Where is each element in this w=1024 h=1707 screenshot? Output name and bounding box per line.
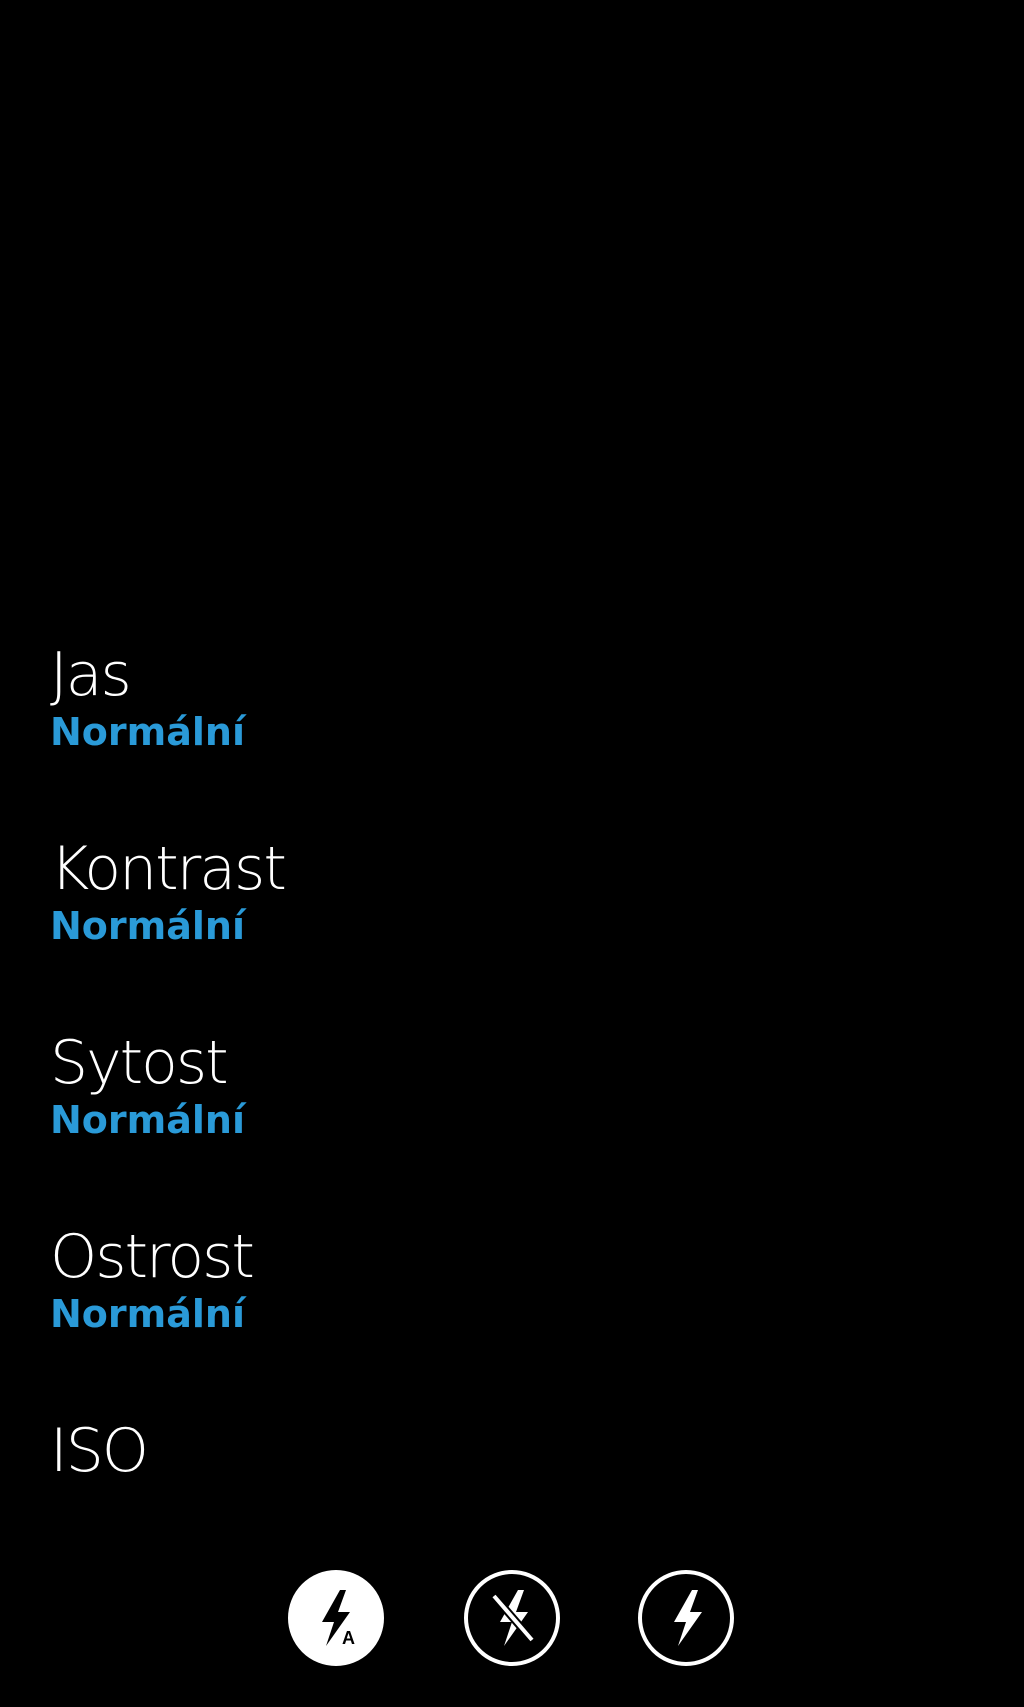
setting-contrast-label: Kontrast: [50, 834, 287, 904]
flash-off-button[interactable]: [464, 1570, 560, 1666]
setting-saturation-label: Sytost: [50, 1028, 229, 1098]
setting-brightness-label: Jas: [50, 640, 132, 710]
flash-auto-button[interactable]: A: [288, 1570, 384, 1666]
flash-on-button[interactable]: [638, 1570, 734, 1666]
setting-saturation-value: Normální: [50, 1098, 245, 1142]
setting-sharpness[interactable]: Ostrost Normální: [50, 1222, 255, 1336]
flash-mode-bar: A: [0, 1570, 1024, 1670]
setting-iso-label: ISO: [50, 1416, 149, 1486]
flash-off-icon: [490, 1590, 536, 1646]
setting-brightness[interactable]: Jas Normální: [50, 640, 245, 754]
setting-brightness-value: Normální: [50, 710, 245, 754]
setting-contrast[interactable]: Kontrast Normální: [50, 834, 287, 948]
flash-on-icon: [674, 1590, 702, 1646]
setting-sharpness-value: Normální: [50, 1292, 245, 1336]
setting-sharpness-label: Ostrost: [50, 1222, 255, 1292]
setting-contrast-value: Normální: [50, 904, 245, 948]
flash-auto-icon: A: [322, 1590, 355, 1648]
setting-iso[interactable]: ISO: [50, 1416, 149, 1486]
svg-text:A: A: [342, 1628, 355, 1648]
setting-saturation[interactable]: Sytost Normální: [50, 1028, 245, 1142]
